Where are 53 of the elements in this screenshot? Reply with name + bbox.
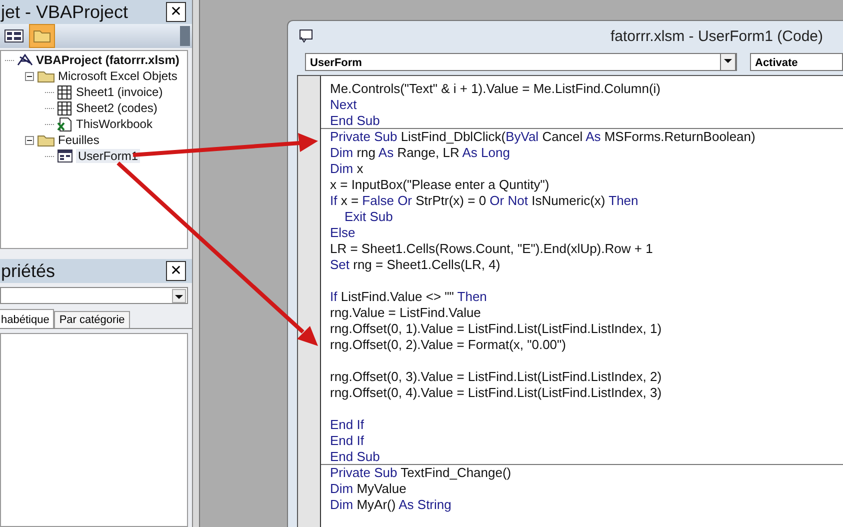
folder-icon[interactable] — [30, 25, 54, 47]
code-line: rng.Offset(0, 1).Value = ListFind.List(ListFind.ListIndex, 1) — [330, 321, 663, 337]
code-line: If ListFind.Value <> "" Then — [330, 289, 488, 305]
sheet-icon — [57, 84, 73, 100]
window-icon — [298, 28, 314, 44]
code-line: rng.Offset(0, 3).Value = ListFind.List(ListFind.ListIndex, 2) — [330, 369, 663, 385]
code-line: Me.Controls("Text" & i + 1).Value = Me.ListFind.Column(i) — [330, 81, 662, 97]
tab[interactable]: habétique — [0, 309, 54, 328]
expander-icon[interactable] — [25, 72, 34, 80]
code-line: Next — [330, 97, 358, 113]
code-line: x = InputBox("Please enter a Quntity") — [330, 177, 550, 193]
tree-item[interactable]: Sheet2 (codes) — [76, 101, 158, 115]
panel-title: jet - VBAProject — [1, 2, 128, 22]
code-line: Private Sub TextFind_Change() — [321, 464, 843, 481]
tree-item[interactable]: Sheet1 (invoice) — [76, 85, 163, 99]
close-button[interactable]: ✕ — [166, 2, 186, 22]
code-line: rng.Offset(0, 4).Value = ListFind.List(ListFind.ListIndex, 3) — [330, 385, 663, 401]
code-line: End If — [330, 417, 365, 433]
panel-title: priétés — [1, 260, 56, 282]
tree-item[interactable]: UserForm1 — [76, 149, 140, 163]
code-line: End Sub — [330, 449, 381, 465]
tree-item[interactable]: VBAProject (fatorrr.xlsm) — [36, 53, 180, 67]
tree-item[interactable]: Feuilles — [58, 133, 100, 147]
code-line: Private Sub ListFind_DblClick(ByVal Cancel As MSForms.ReturnBoolean) — [321, 128, 843, 145]
close-button[interactable]: ✕ — [166, 261, 186, 281]
folder-icon — [37, 69, 55, 83]
tree-item[interactable]: ThisWorkbook — [76, 117, 152, 131]
folder-icon — [37, 133, 55, 147]
tree-item[interactable]: Microsoft Excel Objets — [58, 69, 178, 83]
code-line: End Sub — [330, 113, 381, 129]
code-line: LR = Sheet1.Cells(Rows.Count, "E").End(xlUp).Row + 1 — [330, 241, 654, 257]
code-line: Set rng = Sheet1.Cells(LR, 4) — [330, 257, 502, 273]
procedure-combo[interactable]: Activate — [750, 53, 843, 71]
code-line: rng.Value = ListFind.Value — [330, 305, 482, 321]
code-line: End If — [330, 433, 365, 449]
workbook-icon — [57, 116, 73, 132]
window-title: fatorrr.xlsm - UserForm1 (Code) — [610, 28, 823, 44]
code-line: Else — [330, 225, 356, 241]
code-line: If x = False Or StrPtr(x) = 0 Or Not IsNumeric(x) Then — [330, 193, 640, 209]
code-line: rng.Offset(0, 2).Value = Format(x, "0.00") — [330, 337, 567, 353]
code-line: Dim MyAr() As String — [330, 497, 452, 513]
code-line: Dim MyValue — [330, 481, 408, 497]
code-line: Dim x — [330, 161, 364, 177]
tab[interactable]: Par catégorie — [54, 311, 130, 328]
splitter[interactable] — [193, 0, 200, 527]
object-combo[interactable]: UserForm — [305, 53, 737, 71]
view-object-icon[interactable] — [4, 28, 24, 44]
expander-icon[interactable] — [25, 136, 34, 144]
code-line: Dim rng As Range, LR As Long — [330, 145, 511, 161]
project-icon — [17, 53, 33, 67]
code-line: Exit Sub — [343, 209, 394, 225]
form-icon — [57, 149, 73, 163]
sheet-icon — [57, 100, 73, 116]
